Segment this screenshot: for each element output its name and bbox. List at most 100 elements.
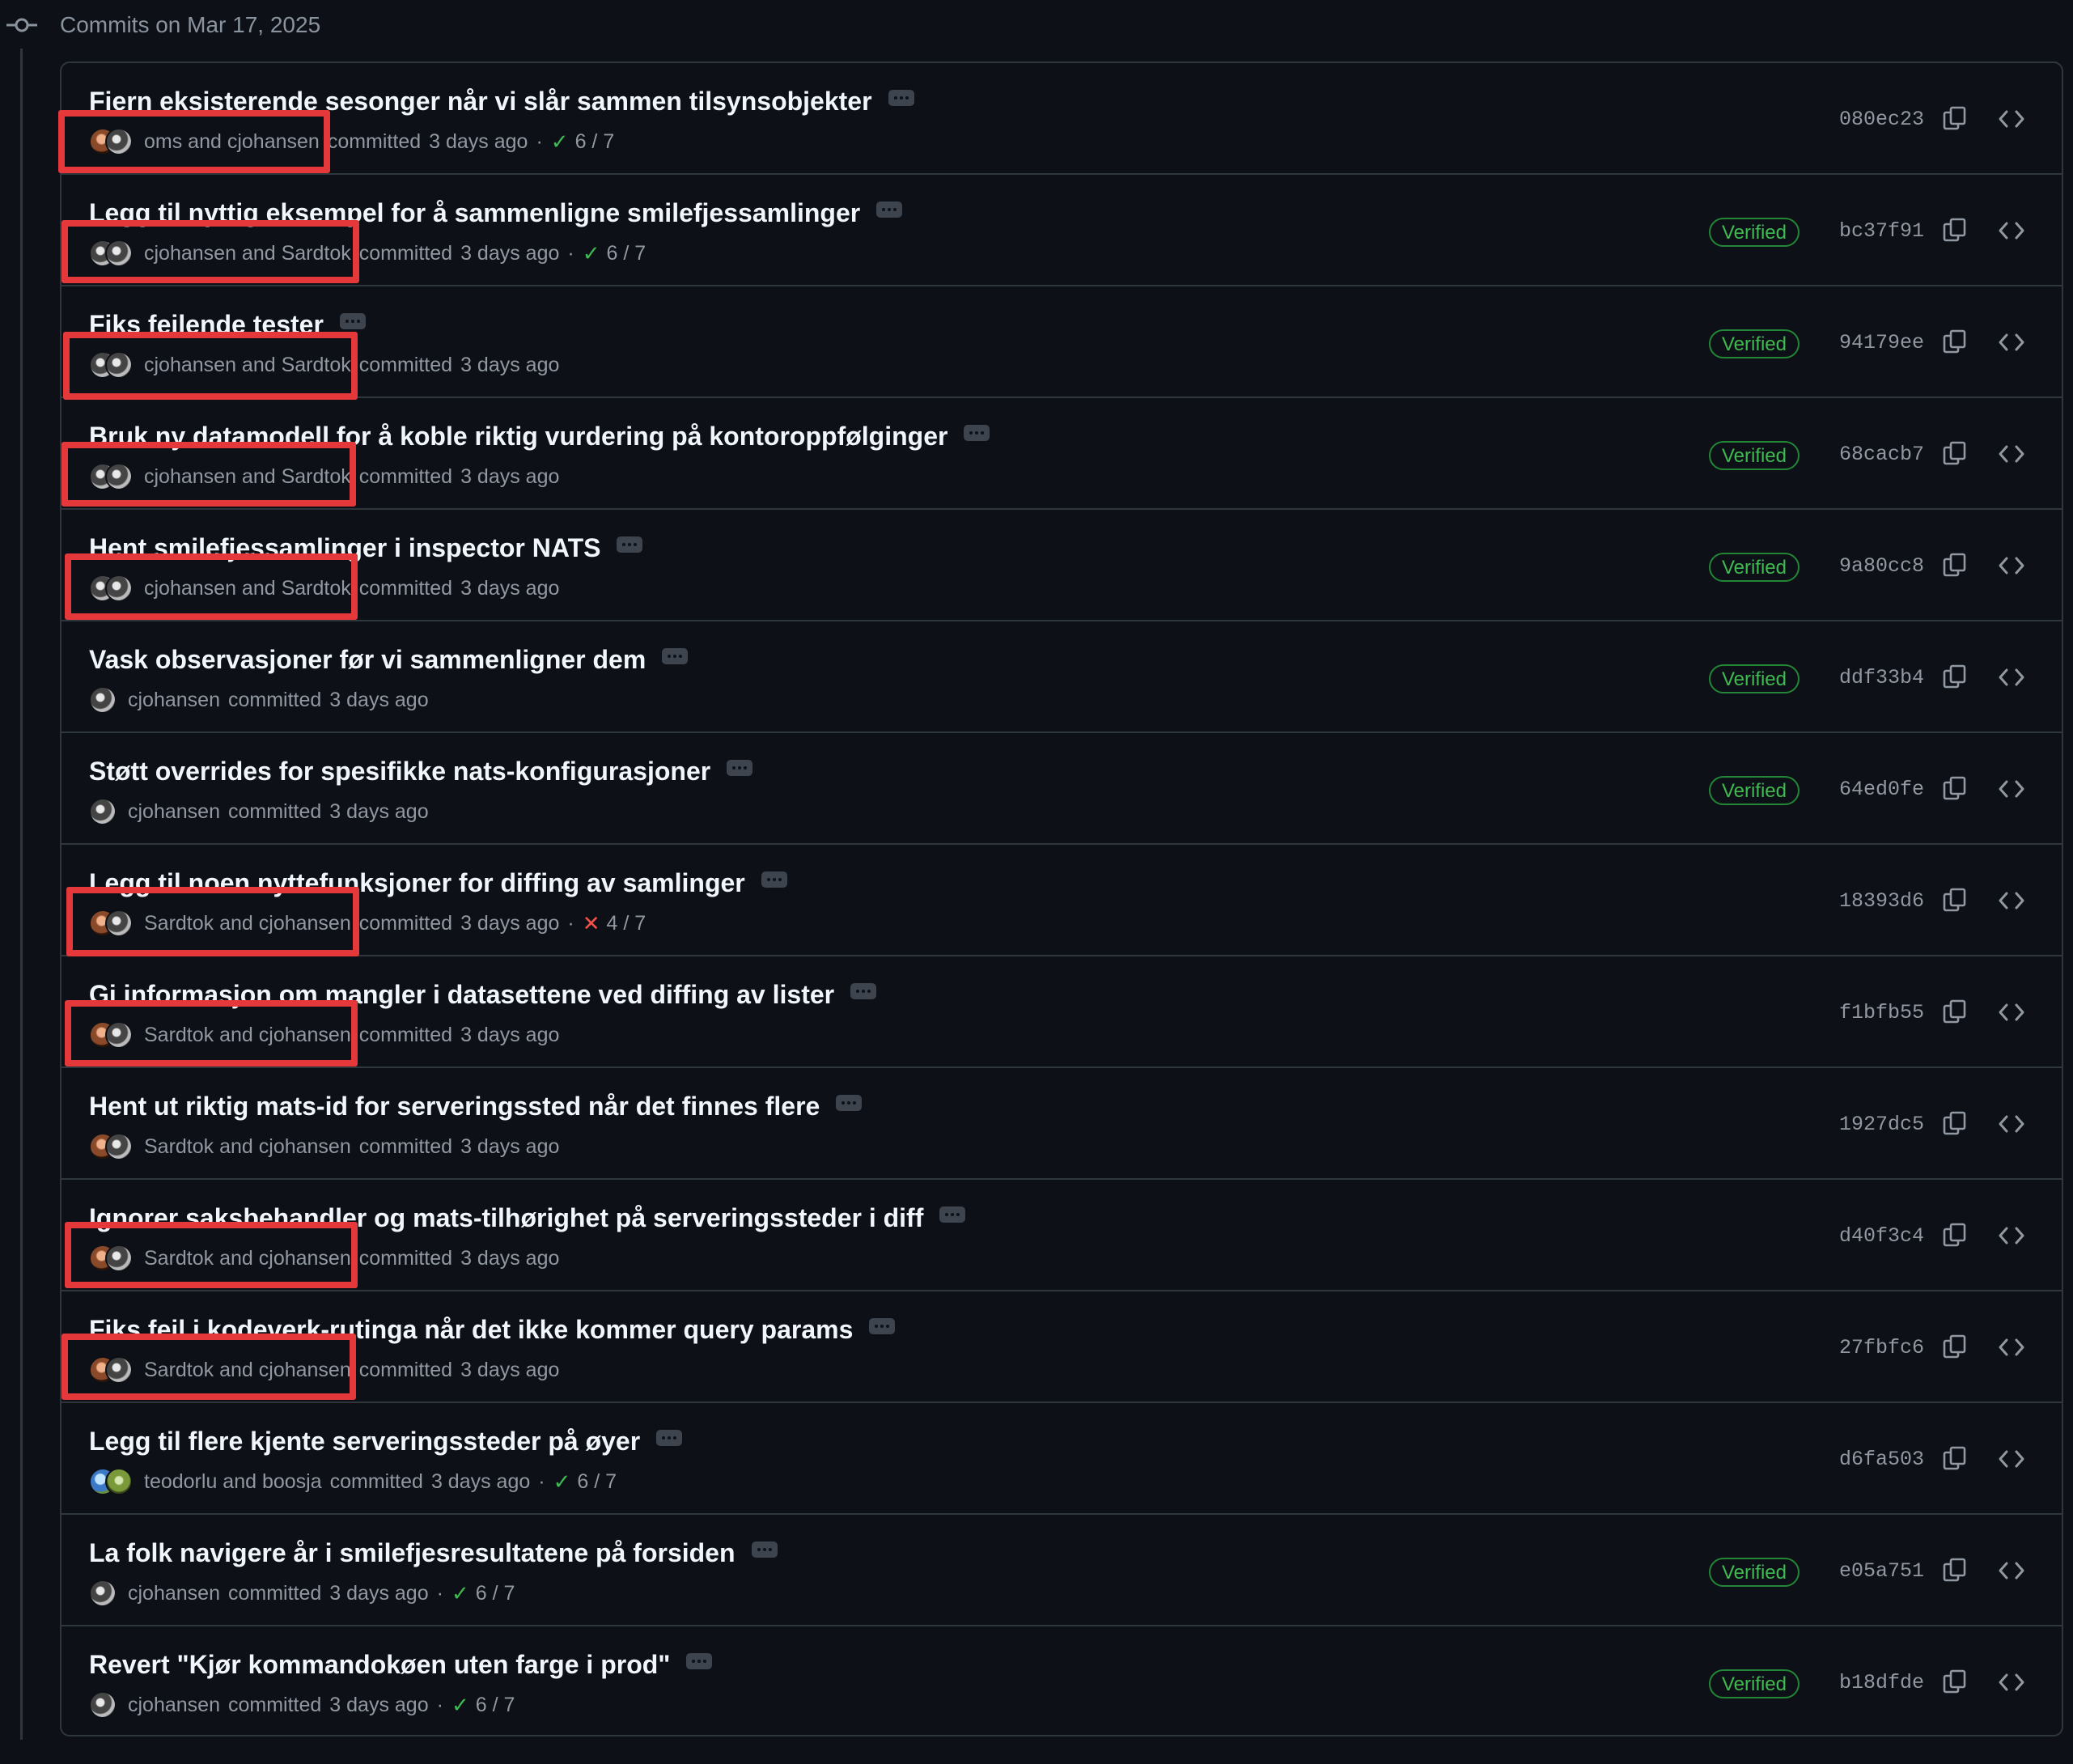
commit-title-link[interactable]: Hent ut riktig mats-id for serveringsste…	[89, 1091, 820, 1122]
commit-authors[interactable]: cjohansen and Sardtok	[144, 575, 351, 601]
copy-icon[interactable]	[1942, 329, 1968, 354]
browse-code-icon[interactable]	[1997, 1335, 2026, 1359]
commit-sha-link[interactable]: ddf33b4	[1839, 665, 1924, 691]
expand-message-button[interactable]	[869, 1318, 896, 1334]
expand-message-button[interactable]	[888, 90, 914, 106]
avatar[interactable]	[89, 1580, 117, 1607]
commit-sha-link[interactable]: 64ed0fe	[1839, 777, 1924, 803]
expand-message-button[interactable]	[686, 1653, 713, 1669]
commit-title-link[interactable]: Støtt overrides for spesifikke nats-konf…	[89, 756, 710, 787]
copy-icon[interactable]	[1942, 217, 1968, 243]
commit-sha-link[interactable]: 9a80cc8	[1839, 553, 1924, 579]
checks-count[interactable]: 6 / 7	[577, 1469, 617, 1495]
commit-sha-link[interactable]: 27fbfc6	[1839, 1335, 1924, 1361]
browse-code-icon[interactable]	[1997, 665, 2026, 689]
checks-count[interactable]: 6 / 7	[476, 1692, 515, 1718]
browse-code-icon[interactable]	[1997, 1223, 2026, 1248]
commit-authors[interactable]: cjohansen	[128, 1580, 220, 1606]
expand-message-button[interactable]	[761, 871, 787, 888]
commit-sha-link[interactable]: d40f3c4	[1839, 1223, 1924, 1249]
verified-badge[interactable]: Verified	[1708, 329, 1800, 358]
commit-authors[interactable]: cjohansen	[128, 1692, 220, 1718]
commit-sha-link[interactable]: b18dfde	[1839, 1670, 1924, 1696]
expand-message-button[interactable]	[939, 1206, 966, 1223]
copy-icon[interactable]	[1942, 1669, 1968, 1694]
commit-sha-link[interactable]: 94179ee	[1839, 330, 1924, 356]
commit-title-link[interactable]: Ignorer saksbehandler og mats-tilhørighe…	[89, 1202, 923, 1233]
browse-code-icon[interactable]	[1997, 442, 2026, 466]
success-check-icon[interactable]: ✓	[553, 1469, 571, 1495]
copy-icon[interactable]	[1942, 664, 1968, 689]
commit-title-link[interactable]: La folk navigere år i smilefjesresultate…	[89, 1537, 736, 1568]
copy-icon[interactable]	[1942, 105, 1968, 131]
copy-icon[interactable]	[1942, 1334, 1968, 1359]
browse-code-icon[interactable]	[1997, 107, 2026, 131]
checks-count[interactable]: 6 / 7	[476, 1580, 515, 1606]
commit-authors[interactable]: cjohansen	[128, 799, 220, 825]
expand-message-button[interactable]	[836, 1095, 863, 1111]
success-check-icon[interactable]: ✓	[551, 129, 569, 155]
copy-icon[interactable]	[1942, 552, 1968, 578]
expand-message-button[interactable]	[727, 760, 753, 776]
browse-code-icon[interactable]	[1997, 777, 2026, 801]
copy-icon[interactable]	[1942, 1557, 1968, 1583]
copy-icon[interactable]	[1942, 999, 1968, 1024]
browse-code-icon[interactable]	[1997, 218, 2026, 243]
checks-count[interactable]: 4 / 7	[607, 910, 646, 936]
commit-sha-link[interactable]: 1927dc5	[1839, 1112, 1924, 1138]
verified-badge[interactable]: Verified	[1708, 1558, 1800, 1587]
commit-authors[interactable]: teodorlu and boosja	[144, 1469, 322, 1495]
browse-code-icon[interactable]	[1997, 1000, 2026, 1024]
avatar[interactable]	[105, 910, 133, 937]
avatar[interactable]	[105, 1468, 133, 1495]
copy-icon[interactable]	[1942, 1222, 1968, 1248]
commit-title-link[interactable]: Hent smilefjessamlinger i inspector NATS	[89, 532, 600, 563]
commit-authors[interactable]: Sardtok and cjohansen	[144, 1134, 351, 1160]
avatar[interactable]	[105, 575, 133, 602]
expand-message-button[interactable]	[876, 201, 903, 218]
commit-authors[interactable]: Sardtok and cjohansen	[144, 910, 351, 936]
expand-message-button[interactable]	[339, 313, 366, 329]
copy-icon[interactable]	[1942, 887, 1968, 913]
copy-icon[interactable]	[1942, 1445, 1968, 1471]
browse-code-icon[interactable]	[1997, 1670, 2026, 1694]
success-check-icon[interactable]: ✓	[451, 1692, 469, 1718]
verified-badge[interactable]: Verified	[1708, 553, 1800, 582]
avatar[interactable]	[89, 686, 117, 714]
commit-title-link[interactable]: Fiks feil i kodeverk-rutinga når det ikk…	[89, 1314, 853, 1345]
avatar[interactable]	[105, 240, 133, 267]
browse-code-icon[interactable]	[1997, 1558, 2026, 1583]
verified-badge[interactable]: Verified	[1708, 776, 1800, 805]
copy-icon[interactable]	[1942, 1110, 1968, 1136]
commit-sha-link[interactable]: 080ec23	[1839, 107, 1924, 133]
commit-authors[interactable]: oms and cjohansen	[144, 129, 320, 155]
commit-sha-link[interactable]: d6fa503	[1839, 1447, 1924, 1473]
commit-authors[interactable]: cjohansen and Sardtok	[144, 464, 351, 490]
commit-authors[interactable]: Sardtok and cjohansen	[144, 1022, 351, 1048]
checks-count[interactable]: 6 / 7	[575, 129, 615, 155]
commit-title-link[interactable]: Legg til noen nyttefunksjoner for diffin…	[89, 867, 745, 898]
commit-authors[interactable]: Sardtok and cjohansen	[144, 1245, 351, 1271]
expand-message-button[interactable]	[751, 1541, 778, 1558]
browse-code-icon[interactable]	[1997, 888, 2026, 913]
verified-badge[interactable]: Verified	[1708, 664, 1800, 693]
success-check-icon[interactable]: ✓	[451, 1580, 469, 1606]
commit-title-link[interactable]: Bruk ny datamodell for å koble riktig vu…	[89, 421, 947, 452]
copy-icon[interactable]	[1942, 775, 1968, 801]
expand-message-button[interactable]	[850, 983, 877, 999]
avatar[interactable]	[89, 798, 117, 825]
failure-x-icon[interactable]: ✕	[583, 910, 600, 936]
commit-authors[interactable]: cjohansen	[128, 687, 220, 713]
browse-code-icon[interactable]	[1997, 330, 2026, 354]
expand-message-button[interactable]	[662, 648, 689, 664]
commit-title-link[interactable]: Fjern eksisterende sesonger når vi slår …	[89, 86, 872, 117]
expand-message-button[interactable]	[964, 425, 990, 441]
avatar[interactable]	[105, 128, 133, 155]
copy-icon[interactable]	[1942, 440, 1968, 466]
verified-badge[interactable]: Verified	[1708, 218, 1800, 247]
commit-sha-link[interactable]: e05a751	[1839, 1558, 1924, 1584]
avatar[interactable]	[89, 1691, 117, 1719]
commit-title-link[interactable]: Gi informasjon om mangler i datasettene …	[89, 979, 834, 1010]
avatar[interactable]	[105, 1133, 133, 1160]
checks-count[interactable]: 6 / 7	[607, 240, 646, 266]
